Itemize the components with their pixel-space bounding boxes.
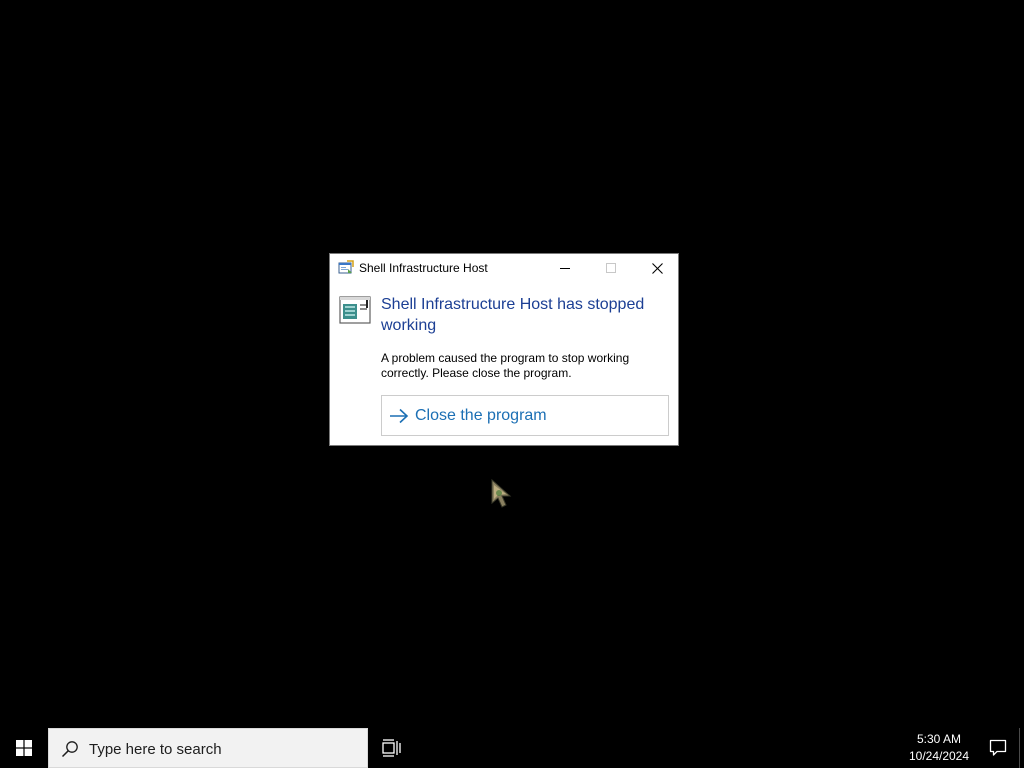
minimize-button[interactable] — [542, 254, 588, 282]
maximize-button[interactable] — [588, 254, 634, 282]
clock-time: 5:30 AM — [916, 732, 962, 746]
close-icon — [651, 262, 663, 274]
dialog-titlebar[interactable]: Shell Infrastructure Host — [330, 254, 678, 282]
taskbar: Type here to search 5:30 AM 10/24/2024 — [0, 728, 1024, 768]
error-dialog: Shell Infrastructure Host Shell Infrastr… — [329, 253, 679, 446]
clock-date: 10/24/2024 — [908, 749, 970, 763]
dialog-message: A problem caused the program to stop wor… — [381, 351, 630, 380]
program-window-icon — [339, 296, 371, 324]
dialog-heading: Shell Infrastructure Host has stopped wo… — [381, 296, 645, 334]
start-button[interactable] — [0, 728, 48, 768]
taskbar-clock[interactable]: 5:30 AM 10/24/2024 — [900, 731, 978, 765]
search-icon — [61, 741, 78, 758]
app-window-icon — [338, 260, 354, 274]
action-center-button[interactable] — [978, 728, 1018, 768]
search-placeholder: Type here to search — [89, 741, 222, 758]
action-center-icon — [989, 739, 1007, 756]
close-button[interactable] — [634, 254, 680, 282]
close-program-button[interactable]: Close the program — [381, 395, 669, 436]
taskbar-search-box[interactable]: Type here to search — [48, 728, 368, 768]
show-desktop-button[interactable] — [1019, 728, 1024, 768]
close-program-label: Close the program — [415, 407, 547, 424]
dialog-title: Shell Infrastructure Host — [359, 261, 488, 275]
arrow-right-icon — [390, 408, 409, 424]
busy-cursor-icon — [491, 479, 512, 508]
minimize-icon — [560, 268, 570, 269]
maximize-icon — [606, 263, 616, 273]
task-view-button[interactable] — [368, 728, 416, 768]
windows-logo-icon — [16, 740, 32, 756]
task-view-icon — [382, 739, 401, 757]
